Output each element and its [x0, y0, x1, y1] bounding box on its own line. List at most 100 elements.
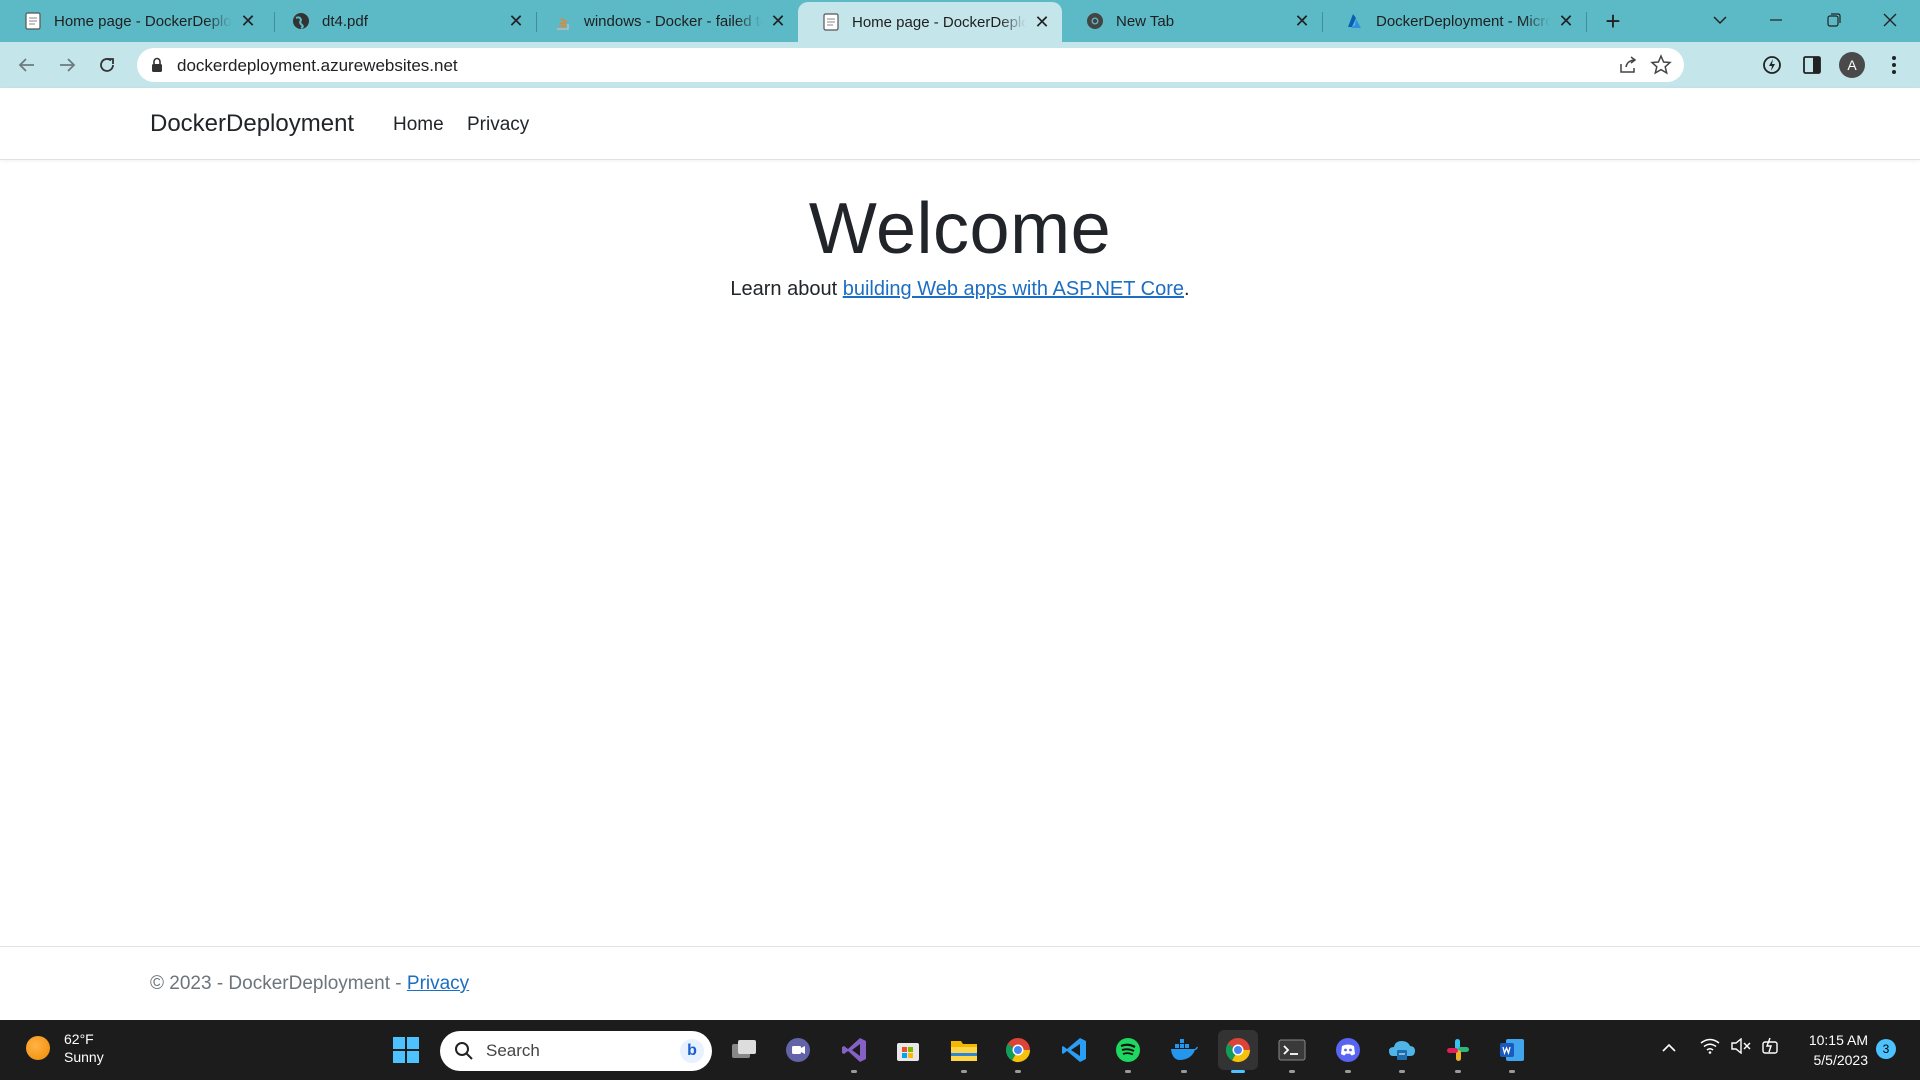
chrome-icon[interactable]: [998, 1030, 1038, 1073]
site-navbar: DockerDeployment Home Privacy: [0, 88, 1920, 160]
windows-taskbar: 62°F Sunny Search b 10:15 AM 5/5/2023 3: [0, 1020, 1920, 1080]
minimize-button[interactable]: [1748, 0, 1804, 40]
show-hidden-icons-chevron-icon[interactable]: [1662, 1040, 1676, 1058]
docker-icon[interactable]: [1164, 1030, 1204, 1073]
forward-button[interactable]: [50, 48, 84, 82]
start-button[interactable]: [386, 1030, 426, 1070]
browser-tab[interactable]: dt4.pdf ✕: [268, 0, 536, 42]
close-window-button[interactable]: [1862, 0, 1918, 40]
close-tab-icon[interactable]: ✕: [506, 11, 526, 31]
close-icon: [1883, 13, 1897, 27]
running-indicator: [1181, 1070, 1187, 1073]
notification-badge[interactable]: 3: [1876, 1039, 1896, 1059]
weather-temp: 62°F: [64, 1031, 94, 1047]
side-panel-icon[interactable]: [1800, 53, 1824, 77]
windows-logo-icon: [393, 1037, 419, 1063]
battery-icon[interactable]: [1760, 1037, 1780, 1060]
bookmark-star-icon[interactable]: [1650, 54, 1672, 76]
word-icon[interactable]: [1492, 1030, 1532, 1073]
close-tab-icon[interactable]: ✕: [238, 11, 258, 31]
restore-icon: [1827, 13, 1841, 27]
running-indicator: [1015, 1070, 1021, 1073]
arrow-left-icon: [18, 58, 34, 72]
new-tab-button[interactable]: +: [1598, 6, 1628, 36]
task-view-icon[interactable]: [724, 1030, 764, 1070]
page-icon: [822, 13, 840, 31]
spotify-icon[interactable]: [1108, 1030, 1148, 1073]
running-indicator: [1345, 1070, 1351, 1073]
running-indicator: [1289, 1070, 1295, 1073]
running-indicator: [961, 1070, 967, 1073]
page-title: Welcome: [808, 189, 1112, 269]
browser-tab[interactable]: New Tab ✕: [1062, 0, 1322, 42]
url-text: dockerdeployment.azurewebsites.net: [177, 56, 458, 75]
vscode-icon[interactable]: [1054, 1030, 1094, 1070]
globe-icon: [292, 12, 310, 30]
browser-tab-active[interactable]: Home page - DockerDeployment ✕: [798, 2, 1062, 42]
visual-studio-icon[interactable]: [834, 1030, 874, 1073]
kebab-menu-icon[interactable]: [1882, 53, 1906, 77]
taskbar-search[interactable]: Search b: [440, 1031, 712, 1071]
discord-icon[interactable]: [1328, 1030, 1368, 1073]
close-tab-icon[interactable]: ✕: [1292, 11, 1312, 31]
site-footer: © 2023 - DockerDeployment - Privacy: [0, 946, 1920, 1020]
aspnet-docs-link[interactable]: building Web apps with ASP.NET Core: [843, 278, 1184, 300]
running-indicator: [1455, 1070, 1461, 1073]
site-brand-link[interactable]: DockerDeployment: [150, 110, 354, 138]
search-placeholder: Search: [486, 1041, 540, 1060]
tab-title: Home page - DockerDeployment: [54, 12, 232, 30]
learn-prefix: Learn about: [730, 278, 843, 300]
tab-title: windows - Docker - failed to: [584, 12, 762, 30]
address-bar[interactable]: dockerdeployment.azurewebsites.net: [137, 48, 1684, 82]
page-viewport: DockerDeployment Home Privacy Welcome Le…: [0, 88, 1920, 1020]
tab-title: Home page - DockerDeployment: [852, 13, 1026, 31]
tab-title: DockerDeployment - Microsoft: [1376, 12, 1550, 30]
clock-time: 10:15 AM: [1808, 1032, 1868, 1048]
volume-muted-icon[interactable]: [1730, 1037, 1752, 1059]
footer-privacy-link[interactable]: Privacy: [407, 973, 469, 994]
bing-icon[interactable]: b: [680, 1039, 704, 1063]
chrome-profile-icon[interactable]: [1218, 1030, 1258, 1073]
weather-condition: Sunny: [64, 1049, 104, 1065]
reload-button[interactable]: [90, 48, 124, 82]
tab-search-button[interactable]: [1692, 0, 1748, 40]
running-indicator: [1125, 1070, 1131, 1073]
profile-avatar[interactable]: A: [1839, 52, 1865, 78]
running-indicator: [851, 1070, 857, 1073]
sun-icon: [26, 1036, 50, 1060]
close-tab-icon[interactable]: ✕: [1556, 11, 1576, 31]
active-indicator: [1231, 1070, 1245, 1073]
arrow-right-icon: [60, 58, 76, 72]
running-indicator: [1399, 1070, 1405, 1073]
restore-button[interactable]: [1806, 0, 1862, 40]
extension-icon[interactable]: [1760, 53, 1784, 77]
azure-data-studio-icon[interactable]: [1382, 1030, 1422, 1073]
stackoverflow-icon: [554, 12, 572, 30]
browser-tab[interactable]: DockerDeployment - Microsoft ✕: [1322, 0, 1586, 42]
file-explorer-icon[interactable]: [944, 1030, 984, 1073]
page-icon: [24, 12, 42, 30]
store-icon[interactable]: [888, 1030, 928, 1070]
weather-widget[interactable]: 62°F Sunny: [26, 1030, 104, 1066]
terminal-icon[interactable]: [1272, 1030, 1312, 1073]
system-clock[interactable]: 10:15 AM 5/5/2023: [1790, 1030, 1868, 1070]
clock-date: 5/5/2023: [1813, 1052, 1869, 1068]
learn-paragraph: Learn about building Web apps with ASP.N…: [0, 278, 1920, 301]
wifi-icon[interactable]: [1700, 1038, 1720, 1059]
close-tab-icon[interactable]: ✕: [768, 11, 788, 31]
browser-tab[interactable]: windows - Docker - failed to ✕: [530, 0, 798, 42]
tab-title: dt4.pdf: [322, 12, 368, 30]
running-indicator: [1509, 1070, 1515, 1073]
share-icon[interactable]: [1618, 55, 1638, 75]
azure-icon: [1346, 12, 1364, 30]
chevron-down-icon: [1713, 16, 1727, 25]
slack-icon[interactable]: [1438, 1030, 1478, 1073]
back-button[interactable]: [10, 48, 44, 82]
browser-tab[interactable]: Home page - DockerDeployment ✕: [0, 0, 268, 42]
nav-privacy-link[interactable]: Privacy: [467, 114, 529, 136]
nav-home-link[interactable]: Home: [393, 114, 444, 136]
close-tab-icon[interactable]: ✕: [1032, 12, 1052, 32]
tab-separator: [1586, 12, 1587, 32]
browser-tab-strip: Home page - DockerDeployment ✕ dt4.pdf ✕…: [0, 0, 1920, 42]
teams-icon[interactable]: [778, 1030, 818, 1070]
